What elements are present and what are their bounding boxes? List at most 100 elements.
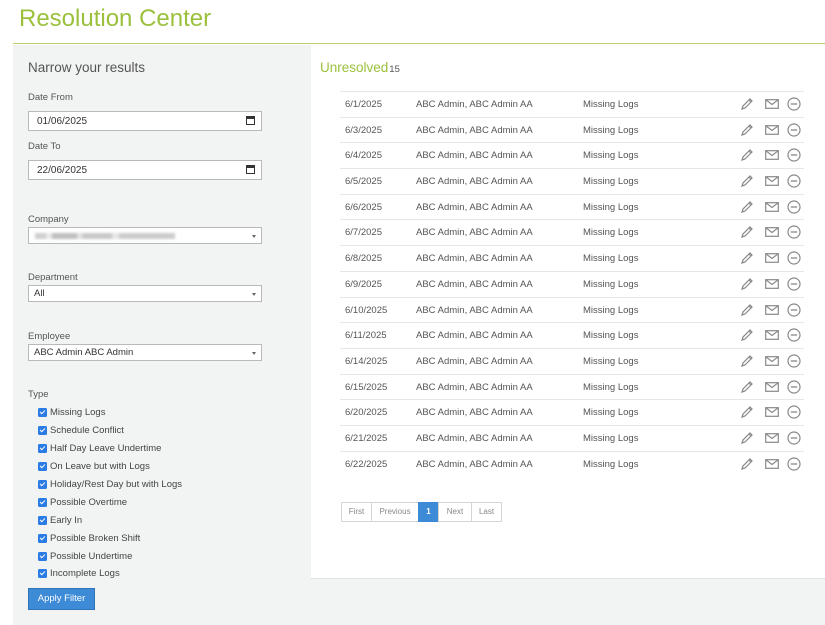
minus-circle-icon[interactable] (787, 174, 801, 191)
envelope-icon[interactable] (765, 433, 779, 446)
envelope-icon[interactable] (765, 407, 779, 420)
table-row: 6/11/2025 ABC Admin, ABC Admin AA Missing … (340, 322, 804, 348)
checkbox-checked[interactable] (38, 480, 47, 489)
pencil-icon[interactable] (740, 457, 754, 474)
type-checkbox-item[interactable]: Possible Broken Shift (38, 529, 182, 547)
pencil-icon[interactable] (740, 123, 754, 140)
minus-circle-icon[interactable] (787, 328, 801, 345)
row-employee: ABC Admin, ABC Admin AA (416, 150, 533, 162)
minus-circle-icon[interactable] (787, 405, 801, 422)
checkbox-checked[interactable] (38, 444, 47, 454)
row-type: Missing Logs (583, 227, 639, 239)
row-date: 6/5/2025 (345, 176, 382, 188)
date-to-input[interactable]: 22/06/2025 (28, 160, 262, 180)
type-checkbox-item[interactable]: On Leave but with Logs (38, 458, 182, 476)
pencil-icon[interactable] (740, 328, 754, 345)
envelope-icon[interactable] (765, 381, 779, 395)
minus-circle-icon[interactable] (787, 277, 801, 294)
type-checkbox-label: Half Day Leave Undertime (50, 443, 162, 455)
envelope-icon[interactable] (765, 278, 779, 292)
row-employee: ABC Admin, ABC Admin AA (416, 330, 533, 342)
next-page-button[interactable]: Next (438, 502, 472, 522)
minus-circle-icon[interactable] (787, 457, 801, 474)
calendar-icon[interactable] (246, 165, 255, 174)
current-page-button[interactable]: 1 (418, 502, 439, 522)
row-date: 6/8/2025 (345, 253, 382, 265)
minus-circle-icon[interactable] (787, 431, 801, 448)
pencil-icon[interactable] (740, 200, 754, 217)
checkbox-checked[interactable] (38, 551, 47, 561)
pencil-icon[interactable] (740, 97, 754, 114)
pencil-icon[interactable] (740, 405, 754, 422)
row-date: 6/11/2025 (345, 330, 387, 342)
pencil-icon[interactable] (740, 225, 754, 242)
minus-circle-icon[interactable] (787, 302, 801, 320)
row-type: Missing Logs (583, 99, 639, 110)
minus-circle-icon[interactable] (787, 123, 801, 140)
envelope-icon[interactable] (765, 99, 779, 112)
first-page-button[interactable]: First (341, 502, 372, 522)
apply-filter-button[interactable]: Apply Filter (28, 588, 95, 610)
type-checkbox-item[interactable]: Half Day Leave Undertime (38, 440, 182, 458)
minus-circle-icon[interactable] (787, 354, 801, 371)
envelope-icon[interactable] (765, 355, 779, 369)
envelope-icon[interactable] (765, 124, 779, 138)
unresolved-count: 15 (389, 64, 400, 75)
checkbox-checked[interactable] (38, 569, 47, 579)
last-page-button[interactable]: Last (471, 502, 502, 522)
checkbox-checked[interactable] (38, 515, 47, 525)
minus-circle-icon[interactable] (787, 251, 801, 268)
pencil-icon[interactable] (740, 354, 754, 371)
date-from-input[interactable]: 01/06/2025 (28, 111, 262, 131)
envelope-icon[interactable] (765, 150, 779, 163)
company-select[interactable] (28, 227, 262, 244)
envelope-icon[interactable] (765, 458, 779, 472)
row-employee: ABC Admin, ABC Admin AA (416, 227, 533, 239)
table-row: 6/21/2025 ABC Admin, ABC Admin AA Missing … (340, 424, 804, 451)
envelope-icon[interactable] (765, 176, 779, 189)
unresolved-label: Unresolved (320, 60, 389, 75)
row-employee: ABC Admin, ABC Admin AA (416, 253, 533, 265)
pencil-icon[interactable] (740, 380, 754, 397)
minus-circle-icon[interactable] (787, 148, 801, 165)
employee-select[interactable]: ABC Admin ABC Admin (28, 344, 262, 361)
pencil-icon[interactable] (740, 251, 754, 268)
row-type: Missing Logs (583, 253, 639, 265)
row-date: 6/15/2025 (345, 381, 388, 393)
table-row: 6/1/2025 ABC Admin, ABC Admin AA Missing L… (340, 91, 804, 117)
table-row: 6/14/2025 ABC Admin, ABC Admin AA Missing … (340, 347, 804, 374)
type-checkbox-item[interactable]: Holiday/Rest Day but with Logs (38, 476, 182, 494)
previous-page-button[interactable]: Previous (371, 502, 419, 522)
minus-circle-icon[interactable] (787, 225, 801, 242)
envelope-icon[interactable] (765, 304, 779, 318)
pencil-icon[interactable] (740, 148, 754, 165)
row-date: 6/20/2025 (345, 407, 388, 419)
checkbox-checked[interactable] (38, 462, 47, 472)
pencil-icon[interactable] (740, 431, 754, 448)
calendar-icon[interactable] (246, 116, 255, 125)
envelope-icon[interactable] (765, 201, 779, 215)
envelope-icon[interactable] (765, 253, 779, 266)
type-checkbox-item[interactable]: Incomplete Logs (38, 565, 182, 583)
type-checkbox-item[interactable]: Early In (38, 511, 182, 529)
checkbox-checked[interactable] (38, 497, 47, 507)
minus-circle-icon[interactable] (787, 379, 801, 397)
date-to-label: Date To (28, 141, 61, 152)
pencil-icon[interactable] (740, 303, 754, 320)
row-employee: ABC Admin, ABC Admin AA (416, 304, 533, 316)
type-checkbox-item[interactable]: Missing Logs (38, 404, 182, 422)
envelope-icon[interactable] (765, 227, 779, 240)
checkbox-checked[interactable] (38, 408, 47, 418)
pencil-icon[interactable] (740, 277, 754, 294)
department-select[interactable]: All (28, 285, 262, 302)
type-checkbox-item[interactable]: Possible Overtime (38, 493, 182, 511)
checkbox-checked[interactable] (38, 426, 47, 436)
pencil-icon[interactable] (740, 174, 754, 191)
checkbox-checked[interactable] (38, 533, 47, 543)
minus-circle-icon[interactable] (787, 97, 801, 114)
type-checkbox-item[interactable]: Possible Undertime (38, 547, 182, 565)
type-checkbox-label: Early In (50, 514, 83, 526)
envelope-icon[interactable] (765, 330, 779, 343)
type-checkbox-item[interactable]: Schedule Conflict (38, 422, 182, 440)
minus-circle-icon[interactable] (787, 200, 801, 217)
